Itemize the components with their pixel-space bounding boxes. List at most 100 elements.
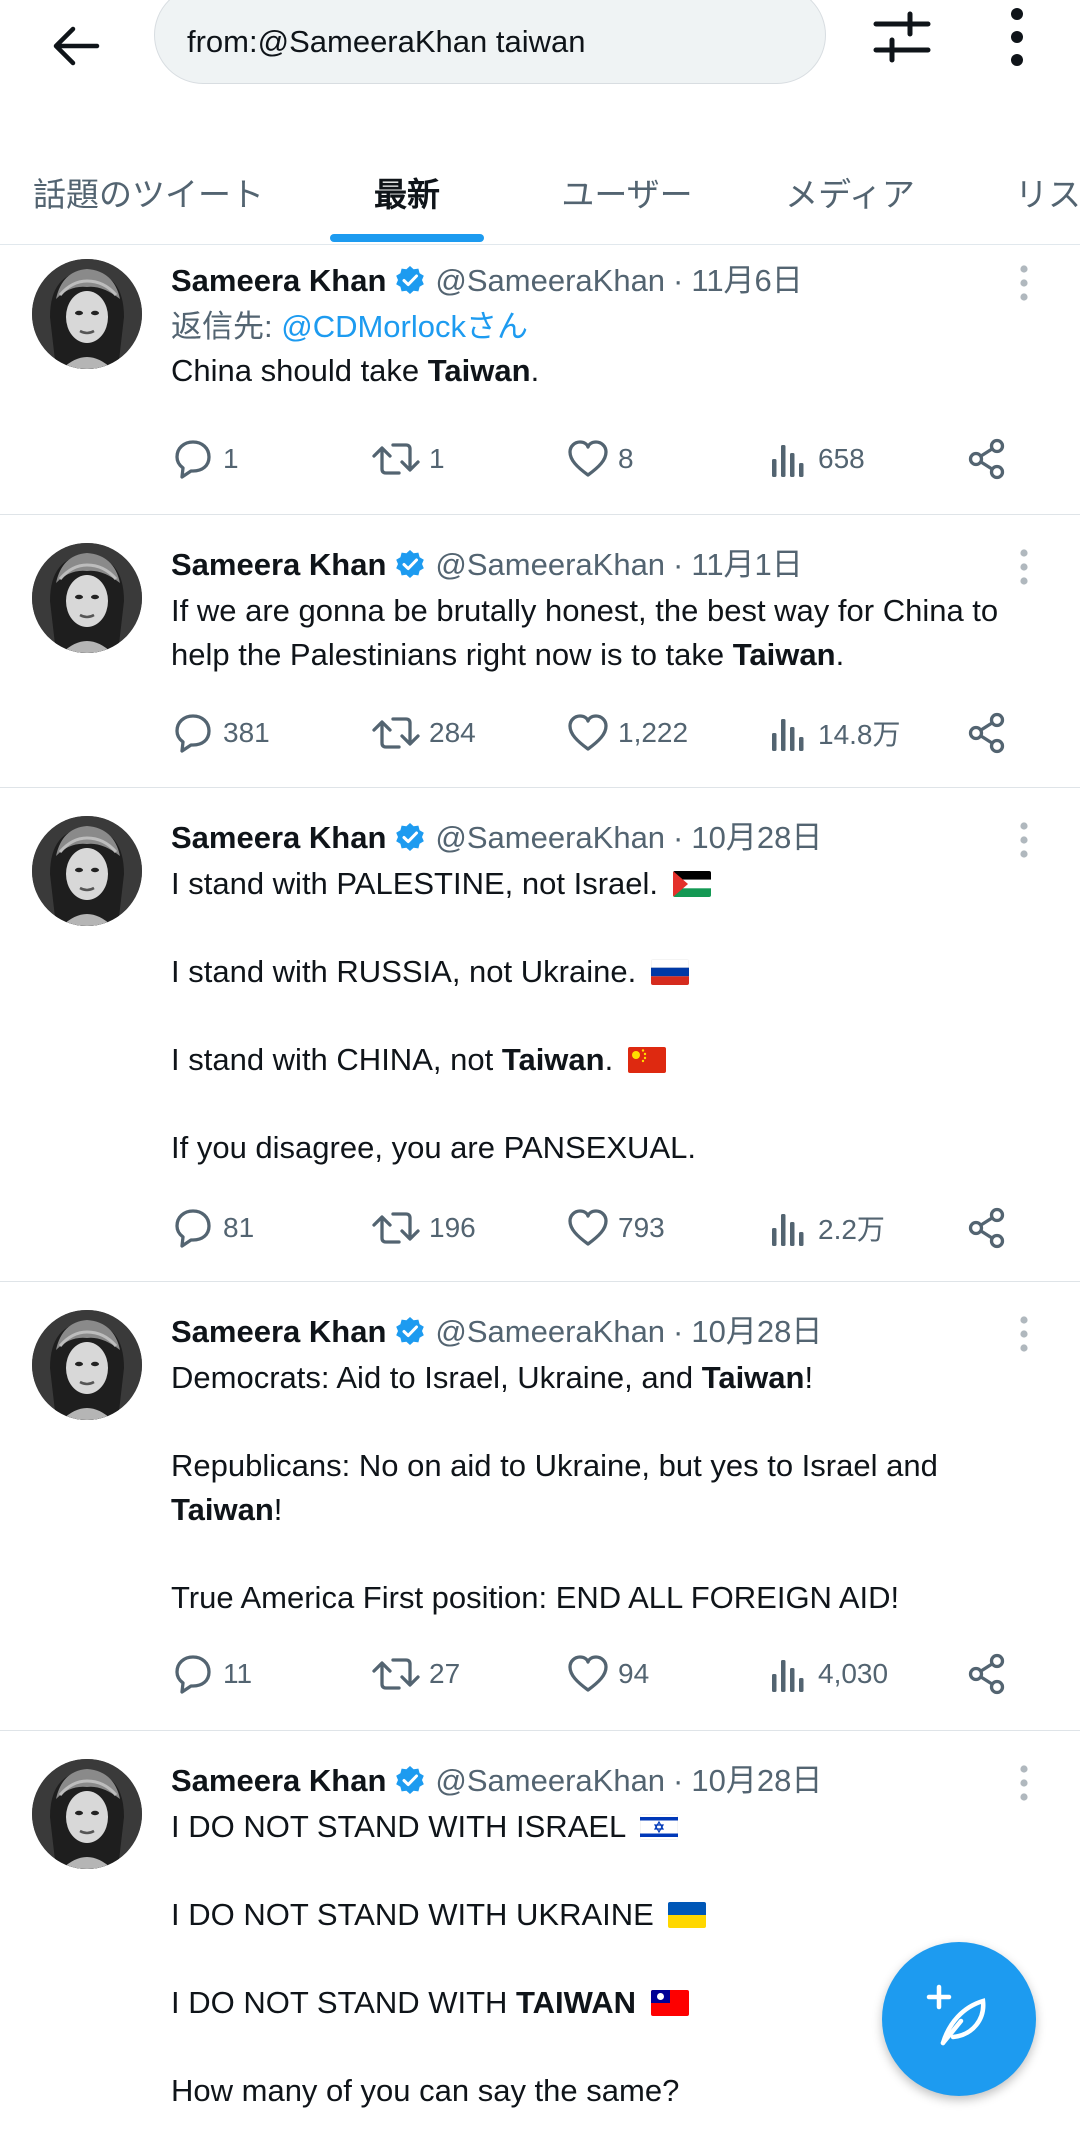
tweet-time[interactable]: 10月28日 (691, 812, 822, 857)
back-button[interactable] (40, 10, 112, 82)
author-handle[interactable]: @SameeraKhan (435, 820, 665, 856)
separator-dot: · (673, 547, 684, 582)
verified-badge-icon (395, 265, 425, 295)
tweet-text: I stand with PALESTINE, not Israel. I st… (171, 862, 1041, 1170)
like-button[interactable]: 94 (566, 1646, 649, 1702)
avatar[interactable] (32, 543, 142, 653)
china-flag-icon (627, 1047, 666, 1073)
top-bar (0, 0, 1080, 140)
views-icon (766, 1206, 810, 1250)
views-icon (766, 437, 810, 481)
reply-button[interactable]: 381 (171, 705, 270, 761)
avatar[interactable] (32, 259, 142, 369)
reply-button[interactable]: 81 (171, 1200, 254, 1256)
share-icon (966, 1206, 1010, 1250)
tweet-header: Sameera Khan @SameeraKhan · 11月6日 (171, 255, 803, 300)
share-icon (966, 437, 1010, 481)
reply-icon (171, 711, 215, 755)
verified-badge-icon (395, 549, 425, 579)
retweet-button[interactable]: 27 (371, 1646, 460, 1702)
verified-badge-icon (395, 1765, 425, 1795)
avatar[interactable] (32, 1310, 142, 1420)
tweet-actions: 81 196 793 2.2万 (171, 1200, 1031, 1256)
author-handle[interactable]: @SameeraKhan (435, 1314, 665, 1350)
compose-button[interactable] (882, 1942, 1036, 2096)
author-handle[interactable]: @SameeraKhan (435, 547, 665, 583)
like-button[interactable]: 793 (566, 1200, 665, 1256)
tweet-time[interactable]: 11月6日 (691, 255, 802, 300)
like-icon (566, 1652, 610, 1696)
author-name[interactable]: Sameera Khan (171, 547, 386, 583)
like-button[interactable]: 8 (566, 431, 634, 487)
verified-badge-icon (395, 822, 425, 852)
tweet[interactable]: Sameera Khan @SameeraKhan · 11月1日 If we … (0, 515, 1080, 788)
author-handle[interactable]: @SameeraKhan (435, 263, 665, 299)
views-icon (766, 711, 810, 755)
share-button[interactable] (966, 1646, 1018, 1702)
retweet-button[interactable]: 284 (371, 705, 476, 761)
tweet-actions: 11 27 94 4,030 (171, 1646, 1031, 1702)
tab-people[interactable]: ユーザー (540, 140, 714, 244)
views-button[interactable]: 2.2万 (766, 1200, 885, 1256)
tweet-actions: 1 1 8 658 (171, 431, 1031, 487)
reply-to-link[interactable]: @CDMorlockさん (281, 309, 528, 344)
share-button[interactable] (966, 431, 1018, 487)
tweet-time[interactable]: 10月28日 (691, 1755, 822, 1800)
tweet-header: Sameera Khan @SameeraKhan · 11月1日 (171, 539, 803, 584)
reply-icon (171, 1652, 215, 1696)
tweet-header: Sameera Khan @SameeraKhan · 10月28日 (171, 812, 822, 857)
author-name[interactable]: Sameera Khan (171, 820, 386, 856)
verified-badge-icon (395, 1316, 425, 1346)
like-icon (566, 1206, 610, 1250)
tab-top[interactable]: 話題のツイート (0, 140, 270, 244)
share-icon (966, 711, 1010, 755)
reply-to-line: 返信先: @CDMorlockさん (171, 309, 528, 344)
author-handle[interactable]: @SameeraKhan (435, 1763, 665, 1799)
tweet-time[interactable]: 11月1日 (691, 539, 802, 584)
share-button[interactable] (966, 1200, 1018, 1256)
russia-flag-icon (650, 959, 689, 985)
tweet-menu-icon[interactable] (1010, 1763, 1038, 1803)
tweet-menu-icon[interactable] (1010, 263, 1038, 303)
author-name[interactable]: Sameera Khan (171, 1763, 386, 1799)
tab-lists[interactable]: リス (1015, 140, 1080, 244)
tab-latest[interactable]: 最新 (330, 140, 484, 244)
tweet-time[interactable]: 10月28日 (691, 1306, 822, 1351)
avatar[interactable] (32, 1759, 142, 1869)
retweet-icon (371, 1206, 421, 1250)
views-button[interactable]: 14.8万 (766, 705, 901, 761)
search-box[interactable] (154, 0, 826, 84)
tune-icon[interactable] (870, 6, 934, 70)
share-icon (966, 1652, 1010, 1696)
tab-media[interactable]: メディア (770, 140, 930, 244)
search-tabs: 話題のツイート 最新 ユーザー メディア リス (0, 140, 1080, 245)
share-button[interactable] (966, 705, 1018, 761)
reply-button[interactable]: 11 (171, 1646, 252, 1702)
tweet-header: Sameera Khan @SameeraKhan · 10月28日 (171, 1755, 822, 1800)
like-button[interactable]: 1,222 (566, 705, 688, 761)
author-name[interactable]: Sameera Khan (171, 1314, 386, 1350)
search-input[interactable] (187, 24, 787, 60)
views-button[interactable]: 4,030 (766, 1646, 888, 1702)
retweet-button[interactable]: 1 (371, 431, 445, 487)
tweet[interactable]: Sameera Khan @SameeraKhan · 10月28日 I sta… (0, 788, 1080, 1282)
separator-dot: · (673, 1763, 684, 1798)
tweet-menu-icon[interactable] (1010, 820, 1038, 860)
taiwan-flag-icon (650, 1990, 689, 2016)
retweet-button[interactable]: 196 (371, 1200, 476, 1256)
views-icon (766, 1652, 810, 1696)
tweet-menu-icon[interactable] (1010, 1314, 1038, 1354)
like-icon (566, 437, 610, 481)
avatar[interactable] (32, 816, 142, 926)
separator-dot: · (673, 263, 684, 298)
more-vertical-icon[interactable] (992, 4, 1042, 70)
tweet-menu-icon[interactable] (1010, 547, 1038, 587)
tweet-text: Democrats: Aid to Israel, Ukraine, and T… (171, 1360, 938, 1615)
views-button[interactable]: 658 (766, 431, 865, 487)
tweet[interactable]: Sameera Khan @SameeraKhan · 10月28日 Democ… (0, 1282, 1080, 1731)
tweet[interactable]: Sameera Khan @SameeraKhan · 11月6日 返信先: @… (0, 245, 1080, 515)
retweet-icon (371, 1652, 421, 1696)
reply-button[interactable]: 1 (171, 431, 239, 487)
author-name[interactable]: Sameera Khan (171, 263, 386, 299)
back-arrow-icon (53, 26, 100, 66)
